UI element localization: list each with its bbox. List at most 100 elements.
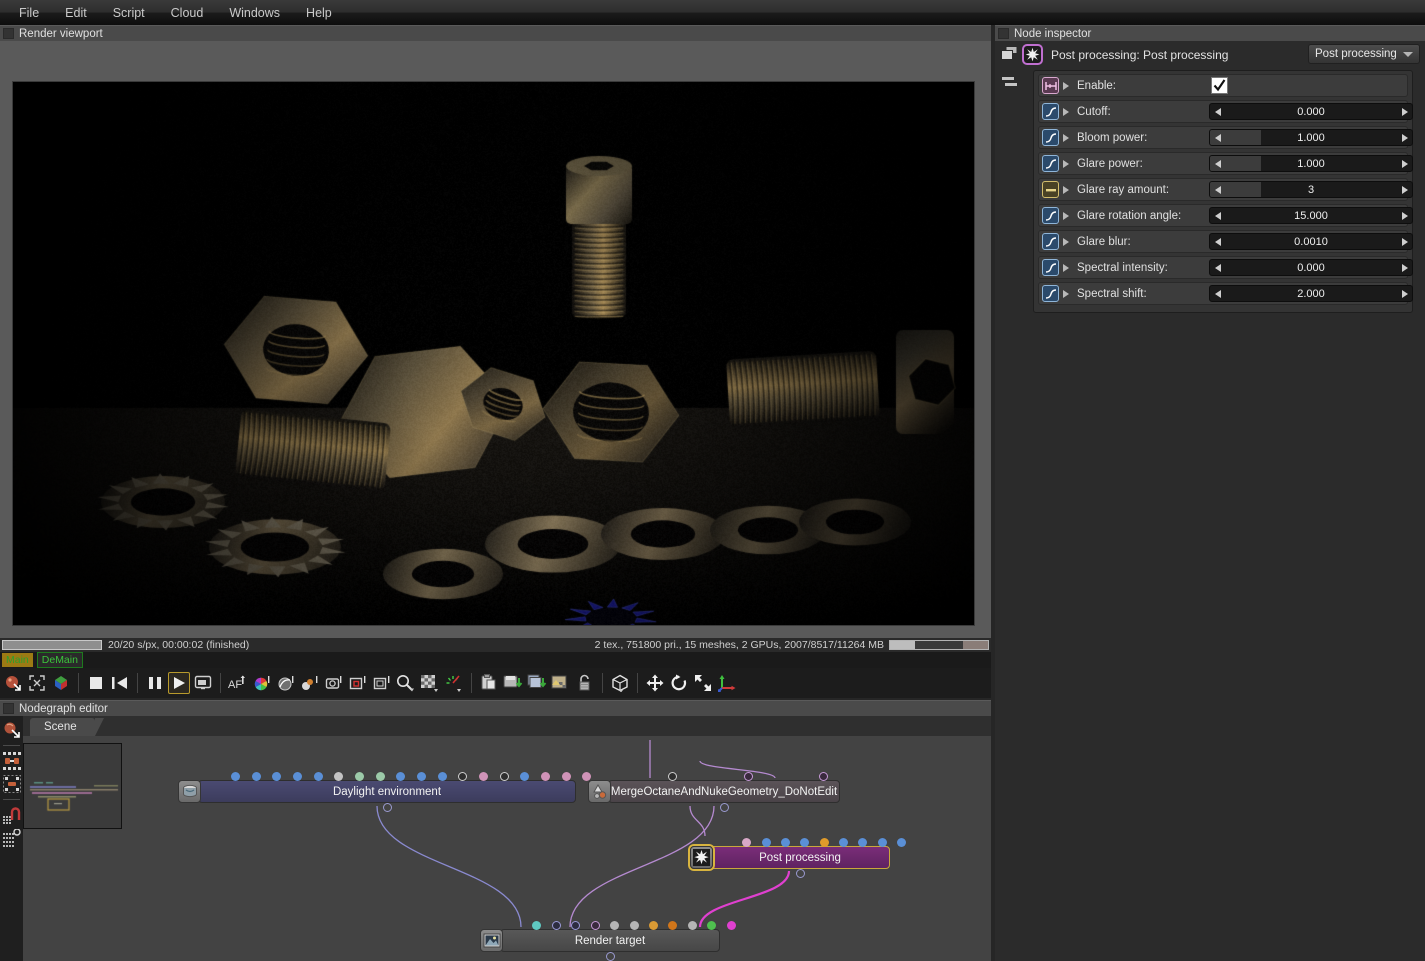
node-body-postproc[interactable]: Post processing <box>710 846 890 869</box>
node-daylight[interactable]: Daylight environment <box>178 779 576 804</box>
param-expand-arrow-icon[interactable] <box>1063 212 1069 220</box>
param-slider-cutoff[interactable]: 0.000 <box>1209 103 1413 120</box>
slider-increment-arrow[interactable] <box>1397 156 1412 171</box>
panel-grip-icon[interactable] <box>3 28 14 39</box>
node-port[interactable] <box>858 838 867 847</box>
node-port[interactable] <box>376 772 385 781</box>
param-slider-glare-ray-amount[interactable]: 3 <box>1209 181 1413 198</box>
add-node-icon[interactable] <box>2 751 22 771</box>
node-port[interactable] <box>742 838 751 847</box>
node-port[interactable] <box>231 772 240 781</box>
param-expand-arrow-icon[interactable] <box>1063 290 1069 298</box>
param-type-bool-icon[interactable] <box>1042 77 1059 94</box>
node-port[interactable] <box>571 921 580 930</box>
save-all-passes-icon[interactable] <box>526 672 548 694</box>
param-type-float-icon[interactable] <box>1042 207 1059 224</box>
environment-icon[interactable] <box>178 780 201 803</box>
denoise-icon[interactable] <box>395 672 417 694</box>
param-expand-arrow-icon[interactable] <box>1063 82 1069 90</box>
render-target-icon[interactable] <box>480 929 503 952</box>
node-port[interactable] <box>649 921 658 930</box>
param-expand-arrow-icon[interactable] <box>1063 160 1069 168</box>
cube-icon[interactable] <box>609 672 631 694</box>
node-port[interactable] <box>668 772 677 781</box>
node-stack-icon[interactable] <box>1001 46 1018 64</box>
render-region-icon[interactable] <box>192 672 214 694</box>
node-port[interactable] <box>562 772 571 781</box>
tab-scene[interactable]: Scene <box>30 718 95 736</box>
param-expand-arrow-icon[interactable] <box>1063 186 1069 194</box>
node-port[interactable] <box>334 772 343 781</box>
param-slider-spectral-shift[interactable]: 2.000 <box>1209 285 1413 302</box>
panel-grip-icon[interactable] <box>3 703 14 714</box>
node-port[interactable] <box>438 772 447 781</box>
post-processing-icon[interactable] <box>690 846 713 869</box>
node-port[interactable] <box>417 772 426 781</box>
param-slider-bloom-power[interactable]: 1.000 <box>1209 129 1413 146</box>
camera-response-icon[interactable] <box>275 672 297 694</box>
node-port[interactable] <box>707 921 716 930</box>
node-port[interactable] <box>744 772 753 781</box>
node-output-port[interactable] <box>606 952 615 961</box>
menu-item-windows[interactable]: Windows <box>216 3 293 23</box>
copy-to-clipboard-icon[interactable] <box>478 672 500 694</box>
node-port[interactable] <box>314 772 323 781</box>
resolution-icon[interactable] <box>371 672 393 694</box>
node-output-port[interactable] <box>383 803 392 812</box>
node-body-daylight[interactable]: Daylight environment <box>198 780 576 803</box>
menu-item-help[interactable]: Help <box>293 3 345 23</box>
node-port[interactable] <box>819 772 828 781</box>
slider-increment-arrow[interactable] <box>1397 208 1412 223</box>
nodegraph-canvas[interactable]: Daylight environment MergeOctaneAndNukeGe… <box>23 736 991 961</box>
white-balance-icon[interactable] <box>299 672 321 694</box>
node-port[interactable] <box>800 838 809 847</box>
param-expand-arrow-icon[interactable] <box>1063 264 1069 272</box>
node-port[interactable] <box>781 838 790 847</box>
param-slider-spectral-intensity[interactable]: 0.000 <box>1209 259 1413 276</box>
node-postproc[interactable]: Post processing <box>690 845 890 870</box>
node-port[interactable] <box>727 921 736 930</box>
show-grid-icon[interactable] <box>2 828 22 848</box>
node-port[interactable] <box>500 772 509 781</box>
rendered-image[interactable] <box>13 82 974 625</box>
node-port[interactable] <box>552 921 561 930</box>
scale-tool-icon[interactable] <box>692 672 714 694</box>
node-port[interactable] <box>541 772 550 781</box>
menu-item-cloud[interactable]: Cloud <box>158 3 217 23</box>
node-type-dropdown[interactable]: Post processing <box>1308 44 1420 64</box>
focus-picker-icon[interactable] <box>26 672 48 694</box>
color-wheel-icon[interactable] <box>251 672 273 694</box>
tonemap-icon[interactable] <box>443 672 465 694</box>
node-port[interactable] <box>458 772 467 781</box>
slider-increment-arrow[interactable] <box>1397 260 1412 275</box>
menu-item-file[interactable]: File <box>6 3 52 23</box>
param-type-float-icon[interactable] <box>1042 103 1059 120</box>
select-tool-icon[interactable] <box>2 720 22 740</box>
node-body-merge[interactable]: MergeOctaneAndNukeGeometry_DoNotEdit <box>608 780 840 803</box>
param-expand-arrow-icon[interactable] <box>1063 134 1069 142</box>
save-alpha-icon[interactable] <box>550 672 572 694</box>
node-port[interactable] <box>630 921 639 930</box>
pick-material-icon[interactable] <box>2 672 24 694</box>
node-port[interactable] <box>252 772 261 781</box>
node-port[interactable] <box>820 838 829 847</box>
node-port[interactable] <box>688 921 697 930</box>
group-nodes-icon[interactable] <box>2 774 22 794</box>
param-expand-arrow-icon[interactable] <box>1063 108 1069 116</box>
param-type-float-icon[interactable] <box>1042 285 1059 302</box>
slider-increment-arrow[interactable] <box>1397 286 1412 301</box>
slider-increment-arrow[interactable] <box>1397 234 1412 249</box>
node-merge[interactable]: MergeOctaneAndNukeGeometry_DoNotEdit <box>588 779 840 804</box>
stop-render-icon[interactable] <box>85 672 107 694</box>
start-render-icon[interactable] <box>168 672 190 694</box>
param-slider-glare-rotation-angle[interactable]: 15.000 <box>1209 207 1413 224</box>
param-expand-arrow-icon[interactable] <box>1063 238 1069 246</box>
node-port[interactable] <box>878 838 887 847</box>
axis-gizmo-icon[interactable] <box>716 672 738 694</box>
pause-render-icon[interactable] <box>144 672 166 694</box>
panel-grip-icon[interactable] <box>998 28 1009 39</box>
param-type-float-icon[interactable] <box>1042 259 1059 276</box>
menu-item-edit[interactable]: Edit <box>52 3 100 23</box>
alpha-channel-icon[interactable] <box>419 672 441 694</box>
param-slider-glare-blur[interactable]: 0.0010 <box>1209 233 1413 250</box>
